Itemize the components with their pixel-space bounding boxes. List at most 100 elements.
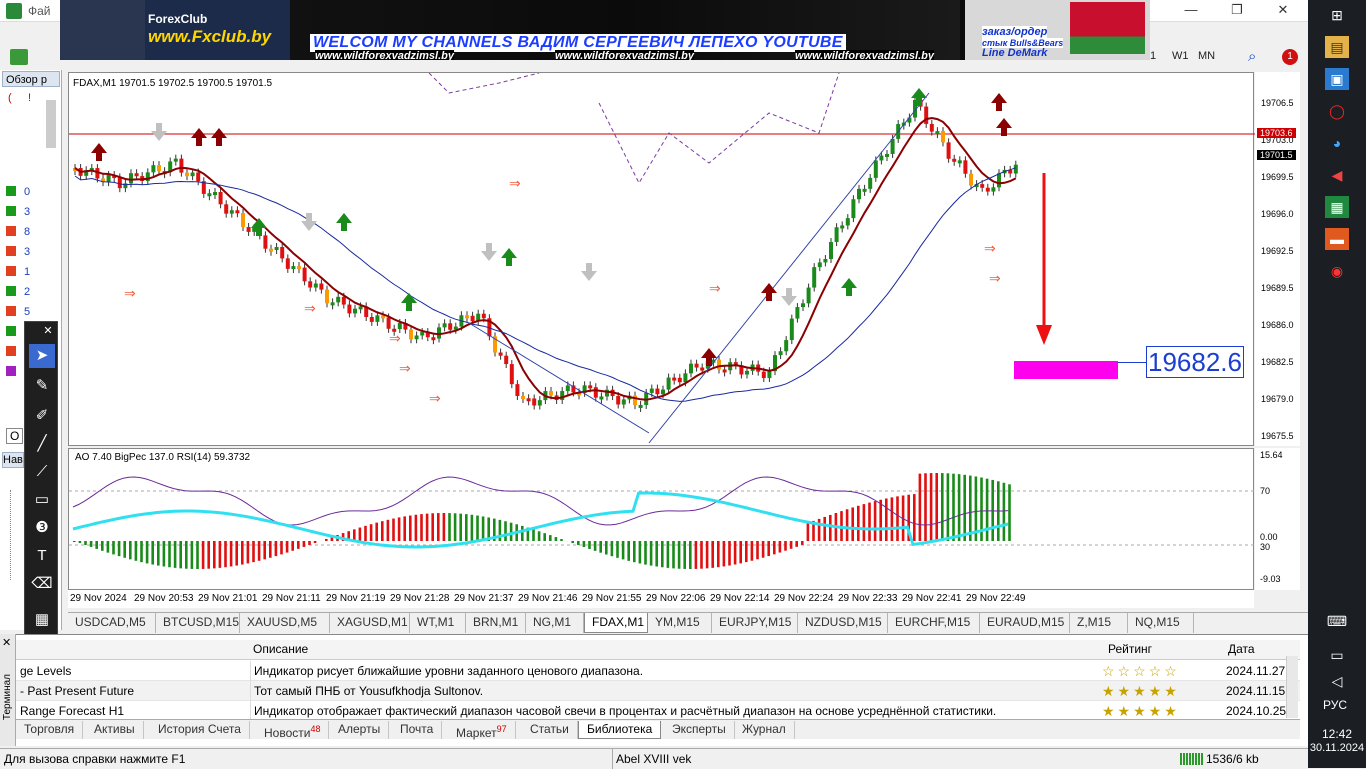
status-profile[interactable]: Abel XVIII vek	[616, 750, 691, 768]
col-rating[interactable]: Рейтинг	[1108, 642, 1152, 656]
opera-icon[interactable]: ◯	[1325, 100, 1349, 122]
new-order-icon[interactable]	[10, 49, 28, 65]
number-icon[interactable]: ❸	[29, 516, 55, 540]
speaker-icon[interactable]: ◀	[1325, 164, 1349, 186]
terminal-tab[interactable]: Маркет97	[448, 721, 516, 739]
network-icon[interactable]: ▭	[1325, 644, 1349, 666]
symbol-tab[interactable]: XAUUSD,M5	[240, 613, 330, 633]
rectangle-icon[interactable]: ▭	[29, 488, 55, 512]
minimize-button[interactable]: —	[1168, 0, 1214, 22]
terminal-tab[interactable]: Активы	[86, 721, 144, 739]
symbol-tab[interactable]: NZDUSD,M15	[798, 613, 888, 633]
symbol-tab[interactable]: BRN,M1	[466, 613, 526, 633]
ao-bar	[560, 539, 563, 541]
candle-body	[801, 303, 805, 307]
timeframe-mn[interactable]: MN	[1198, 50, 1215, 62]
clock-date[interactable]: 30.11.2024	[1308, 742, 1366, 754]
market-watch-row[interactable]: 8	[2, 222, 40, 242]
indicator-window[interactable]: AO 7.40 BigPec 137.0 RSI(14) 59.3732	[68, 448, 1254, 590]
terminal-tab[interactable]: Алерты	[330, 721, 389, 739]
symbol-tab[interactable]: USDCAD,M5	[68, 613, 156, 633]
calculator-icon[interactable]: ▦	[1325, 196, 1349, 218]
symbol-tab[interactable]: Z,M15	[1070, 613, 1128, 633]
timeframe-h1[interactable]: 1	[1150, 50, 1156, 62]
symbol-tab[interactable]: EURCHF,M15	[888, 613, 980, 633]
symbol-tab[interactable]: NG,M1	[526, 613, 584, 633]
terminal-close-icon[interactable]: ✕	[2, 636, 11, 649]
language-indicator[interactable]: РУС	[1323, 698, 1347, 712]
volume-icon[interactable]: ◁	[1325, 670, 1349, 692]
windows-start-icon[interactable]: ⊞	[1325, 4, 1349, 26]
terminal-tab[interactable]: Эксперты	[664, 721, 735, 739]
mw-scrollbar[interactable]	[46, 100, 56, 148]
terminal-tab[interactable]: Библиотека	[578, 721, 661, 739]
terminal-tab[interactable]: Журнал	[734, 721, 795, 739]
search-icon[interactable]: ⌕	[1248, 48, 1256, 65]
paint-icon[interactable]: ◕	[1325, 132, 1349, 154]
symbol-tab[interactable]: WT,M1	[410, 613, 466, 633]
symbol-tab[interactable]: FDAX,M1	[584, 613, 648, 633]
text-icon[interactable]: T	[29, 544, 55, 568]
market-watch-row[interactable]: 3	[2, 202, 40, 222]
candle-body	[784, 340, 788, 351]
terminal-tab[interactable]: Почта	[392, 721, 442, 739]
app-icon-1[interactable]: ▣	[1325, 68, 1349, 90]
symbol-tab[interactable]: EURJPY,M15	[712, 613, 798, 633]
line-icon[interactable]: ╱	[29, 432, 55, 456]
restore-button[interactable]: ❐	[1214, 0, 1260, 22]
terminal-tab[interactable]: Статьи	[522, 721, 578, 739]
ao-bar	[599, 541, 602, 553]
ao-bar	[728, 541, 731, 566]
candle-body	[325, 290, 329, 304]
menu-file[interactable]: Фай	[28, 4, 51, 18]
banner-url-3: www.wildforexvadzimsl.by	[795, 50, 934, 60]
market-watch-row[interactable]: 2	[2, 282, 40, 302]
timeframe-w1[interactable]: W1	[1172, 50, 1189, 62]
terminal-scrollbar[interactable]	[1286, 656, 1298, 718]
target-zone-rectangle[interactable]	[1014, 361, 1118, 379]
navigator-tree[interactable]	[10, 490, 22, 580]
symbol-tab[interactable]: YM,M15	[648, 613, 712, 633]
library-row[interactable]: Range Forecast H1Индикатор отображает фа…	[16, 701, 1300, 721]
eraser-icon[interactable]: ⌫	[29, 572, 55, 596]
market-watch-row[interactable]: 5	[2, 302, 40, 322]
market-watch-bottom-label[interactable]: О	[6, 428, 23, 444]
market-watch-row[interactable]: 1	[2, 262, 40, 282]
record-icon[interactable]: ◉	[1325, 260, 1349, 282]
close-icon[interactable]: ✕	[39, 322, 57, 340]
terminal-tab[interactable]: История Счета	[150, 721, 250, 739]
symbol-tab[interactable]: EURAUD,M15	[980, 613, 1070, 633]
explorer-icon[interactable]: ▤	[1325, 36, 1349, 58]
keyboard-icon[interactable]: ⌨	[1325, 610, 1349, 632]
notifications-badge[interactable]: 1	[1282, 49, 1298, 65]
symbol-tab[interactable]: XAGUSD,M1	[330, 613, 410, 633]
app-icon-2[interactable]: ▬	[1325, 228, 1349, 250]
terminal-tab[interactable]: Новости48	[256, 721, 329, 739]
ad-banner[interactable]: ForexClub www.Fxclub.by WELCOM MY CHANNE…	[60, 0, 1150, 60]
price-box-label[interactable]: 19682.6	[1146, 346, 1244, 378]
market-watch-row[interactable]: 3	[2, 242, 40, 262]
library-row[interactable]: - Past Present FutureТот самый ПНБ от Yo…	[16, 681, 1300, 701]
library-row[interactable]: ge LevelsИндикатор рисует ближайшие уров…	[16, 661, 1300, 681]
market-watch-row[interactable]: 0	[2, 182, 40, 202]
candle-body	[151, 165, 155, 172]
close-button[interactable]: ✕	[1260, 0, 1306, 22]
symbol-tab[interactable]: BTCUSD,M15	[156, 613, 240, 633]
clock-time[interactable]: 12:42	[1322, 727, 1352, 741]
market-watch-title[interactable]: Обзор р	[2, 71, 60, 87]
line-price-label: 19703.6	[1257, 128, 1296, 138]
signal-arrow	[996, 118, 1012, 136]
cursor-icon[interactable]: ➤	[29, 344, 55, 368]
col-date[interactable]: Дата	[1228, 642, 1255, 656]
col-description[interactable]: Описание	[253, 642, 308, 656]
marker-icon[interactable]: ✐	[29, 404, 55, 428]
trend-line	[649, 93, 929, 443]
navigator-title[interactable]: Нав	[2, 452, 24, 468]
brush-icon[interactable]: ⟋	[29, 460, 55, 484]
checker-icon[interactable]: ▦	[29, 608, 55, 632]
terminal-tab[interactable]: Торговля	[16, 721, 83, 739]
market-watch-value: 3	[24, 202, 30, 222]
price-chart[interactable]: FDAX,M1 19701.5 19702.5 19700.5 19701.5 …	[68, 72, 1254, 446]
symbol-tab[interactable]: NQ,M15	[1128, 613, 1194, 633]
pencil-icon[interactable]: ✎	[29, 374, 55, 398]
